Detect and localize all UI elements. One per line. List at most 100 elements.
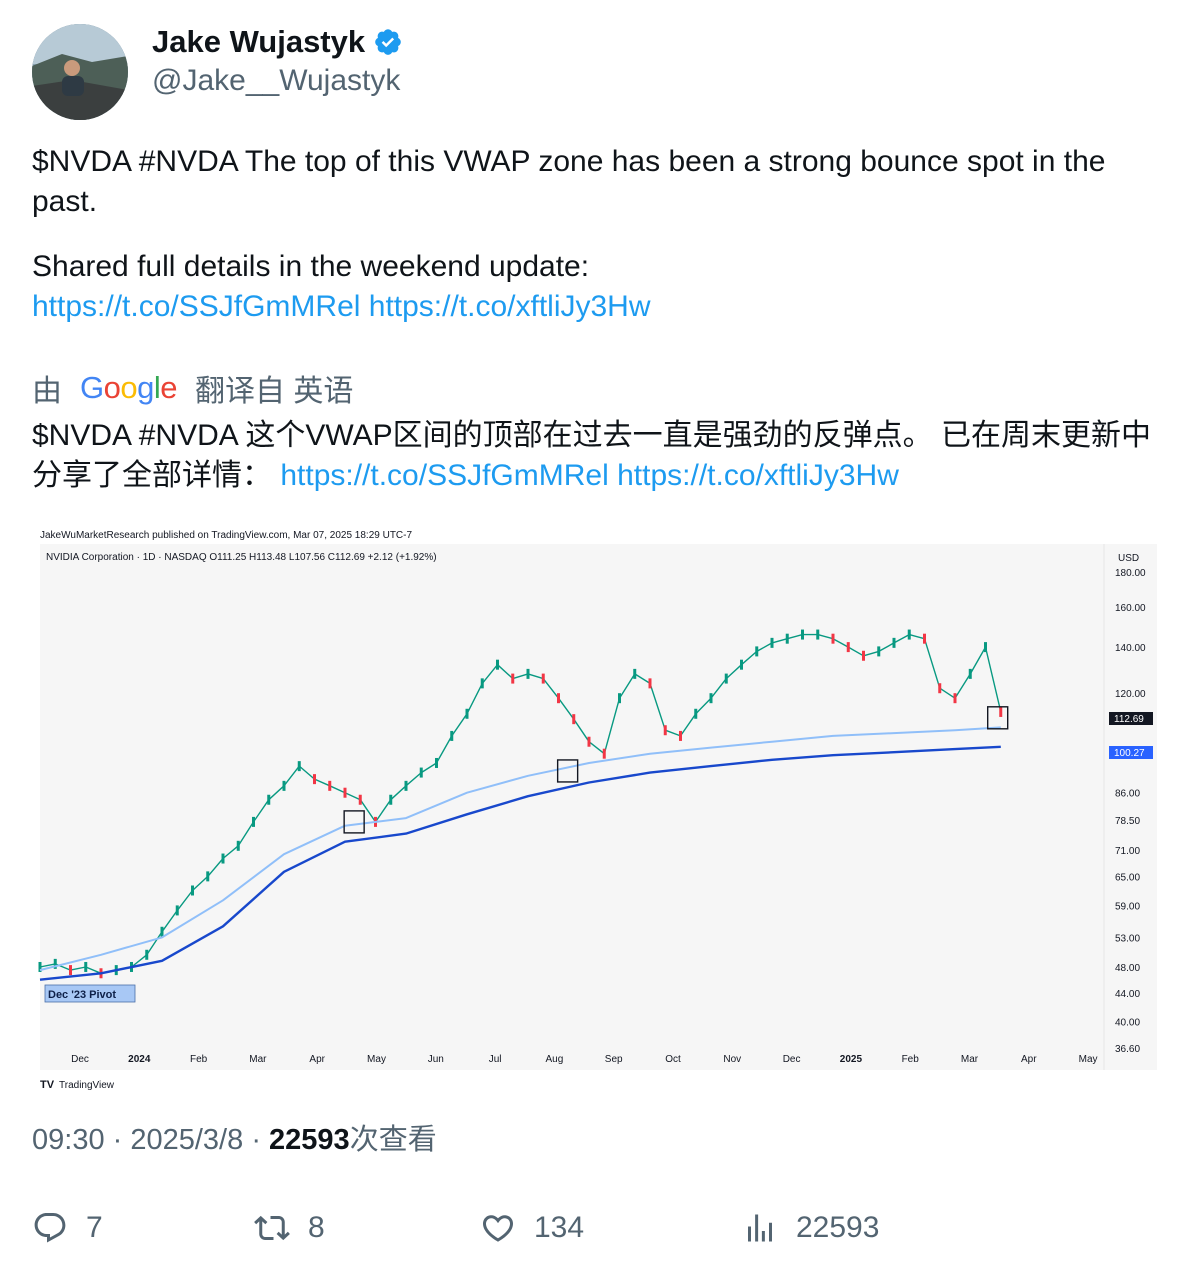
candle <box>313 774 316 785</box>
x-tick-label: Apr <box>309 1054 325 1065</box>
tweet-link-2[interactable]: https://t.co/xftliJy3Hw <box>369 290 651 323</box>
like-button[interactable]: 134 <box>480 1206 584 1250</box>
author-name[interactable]: Jake Wujastyk <box>152 24 403 60</box>
chart-plot-area <box>40 544 1157 1070</box>
candle <box>816 629 820 640</box>
y-tick-label: 48.00 <box>1115 963 1140 974</box>
candle <box>618 693 621 704</box>
candle <box>679 730 682 741</box>
translated-link-1[interactable]: https://t.co/SSJfGmMRel <box>280 459 608 492</box>
candle <box>496 659 499 670</box>
tweet-time[interactable]: 09:30 <box>32 1124 105 1156</box>
candle <box>389 794 393 805</box>
x-tick-label: Jul <box>489 1054 502 1065</box>
x-tick-label: Aug <box>546 1054 564 1065</box>
reply-count: 7 <box>86 1211 103 1244</box>
chart-image[interactable]: JakeWuMarketResearch published on Tradin… <box>32 518 1164 1096</box>
author-name-text[interactable]: Jake Wujastyk <box>152 24 365 60</box>
candle <box>602 748 606 759</box>
candle <box>435 757 438 768</box>
avatar[interactable] <box>32 24 128 120</box>
y-tick-label: 140.00 <box>1115 643 1146 654</box>
candle <box>297 761 301 772</box>
y-tick-label: 36.60 <box>1115 1044 1140 1055</box>
candle <box>694 708 698 719</box>
candle <box>877 646 881 657</box>
x-tick-label: Apr <box>1021 1054 1037 1065</box>
candle <box>267 794 271 805</box>
candle <box>557 693 560 704</box>
pivot-annotation-text: Dec '23 Pivot <box>48 989 116 1001</box>
x-tick-label: May <box>1079 1054 1098 1065</box>
y-tick-label: 71.00 <box>1115 846 1140 857</box>
vwap-price-label: 100.27 <box>1114 748 1145 759</box>
translation-suffix: 翻译自 英语 <box>195 375 354 408</box>
retweet-icon <box>254 1215 290 1241</box>
candle <box>892 637 896 648</box>
x-tick-label: Feb <box>190 1054 208 1065</box>
y-tick-label: 53.00 <box>1115 933 1140 944</box>
candle <box>419 767 423 778</box>
candle <box>221 853 225 864</box>
y-tick-label: 65.00 <box>1115 872 1140 883</box>
verified-badge-icon <box>375 29 401 55</box>
analytics-icon <box>748 1214 772 1242</box>
candle <box>740 659 743 670</box>
chart-svg: JakeWuMarketResearch published on Tradin… <box>32 518 1164 1096</box>
tweet-date[interactable]: 2025/3/8 <box>130 1124 243 1156</box>
tradingview-brand: TradingView <box>59 1080 115 1091</box>
candle <box>755 646 759 657</box>
candle <box>862 650 865 661</box>
x-tick-label: Feb <box>902 1054 920 1065</box>
candle <box>663 725 667 736</box>
reply-button[interactable]: 7 <box>32 1206 103 1250</box>
x-tick-label: Jun <box>428 1054 444 1065</box>
y-tick-label: 59.00 <box>1115 901 1140 912</box>
candle <box>480 678 484 689</box>
candle <box>465 708 469 719</box>
candle <box>328 780 332 791</box>
candle <box>145 949 149 960</box>
candle <box>831 633 835 644</box>
candle <box>648 678 652 689</box>
candle <box>236 840 240 851</box>
chart-currency: USD <box>1118 553 1139 564</box>
x-tick-label: Nov <box>723 1054 741 1065</box>
author-handle[interactable]: @Jake__Wujastyk <box>152 64 400 98</box>
candle <box>343 787 347 798</box>
x-tick-label: 2025 <box>840 1054 863 1065</box>
y-tick-label: 44.00 <box>1115 989 1140 1000</box>
tweet-text-line1: $NVDA #NVDA The top of this VWAP zone ha… <box>32 145 1106 218</box>
like-count: 134 <box>534 1211 585 1244</box>
candle <box>984 642 987 653</box>
candle <box>968 668 972 679</box>
translated-link-2[interactable]: https://t.co/xftliJy3Hw <box>617 459 899 492</box>
candle <box>709 693 713 704</box>
candle <box>801 629 804 640</box>
x-tick-label: May <box>367 1054 386 1065</box>
candle <box>252 816 255 827</box>
retweet-button[interactable]: 8 <box>254 1206 325 1250</box>
tweet-link-1[interactable]: https://t.co/SSJfGmMRel <box>32 290 360 323</box>
tweet-header: Jake Wujastyk @Jake__Wujastyk <box>32 22 1162 122</box>
y-tick-label: 86.00 <box>1115 789 1140 800</box>
x-tick-label: Dec <box>71 1054 89 1065</box>
views-button[interactable]: 22593 <box>742 1206 879 1250</box>
translation-source[interactable]: 由 Google 翻译自 英语 <box>32 366 353 410</box>
view-count: 22593 <box>269 1124 350 1156</box>
x-tick-label: Oct <box>665 1054 681 1065</box>
x-tick-label: Mar <box>961 1054 979 1065</box>
candle <box>526 668 530 679</box>
candle <box>923 633 926 644</box>
candle <box>999 706 1003 717</box>
x-tick-label: Mar <box>249 1054 267 1065</box>
y-tick-label: 40.00 <box>1115 1017 1140 1028</box>
candle <box>175 905 179 916</box>
candle <box>69 965 72 976</box>
candle <box>633 668 637 679</box>
x-tick-label: Dec <box>783 1054 801 1065</box>
tweet-text-line2: Shared full details in the weekend updat… <box>32 250 590 283</box>
y-tick-label: 180.00 <box>1115 568 1146 579</box>
candle <box>572 714 576 725</box>
candle <box>770 637 774 648</box>
